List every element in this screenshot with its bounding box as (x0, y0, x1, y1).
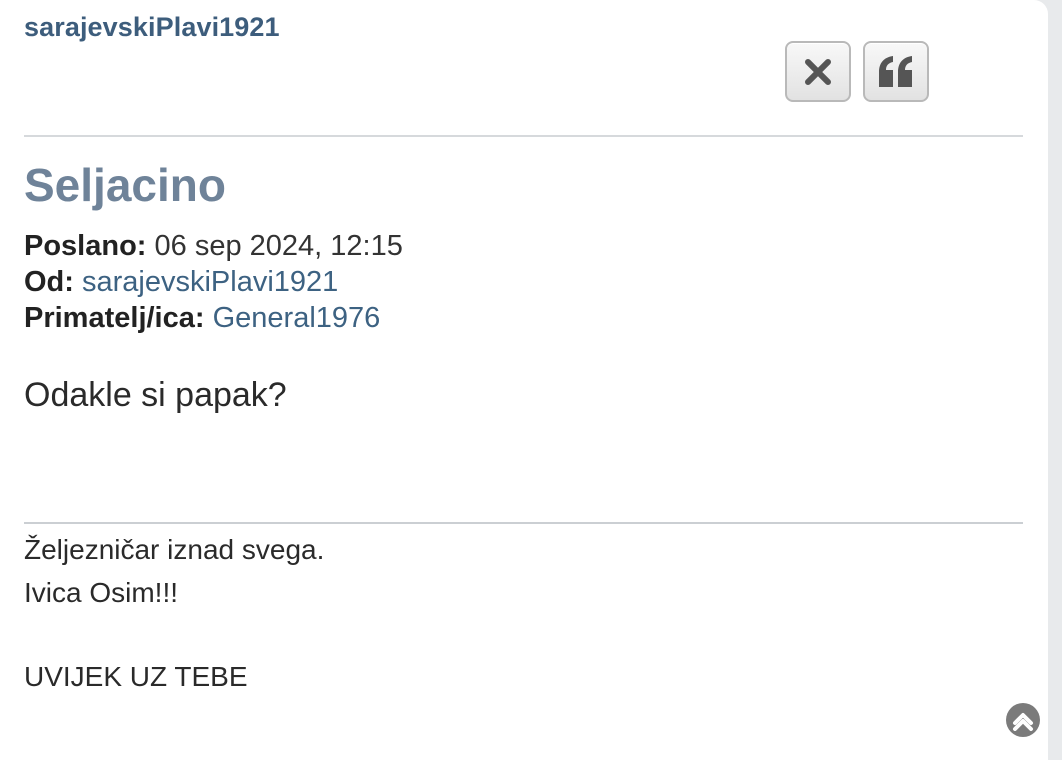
message-panel: sarajevskiPlavi1921 Seljacino Poslano: 0… (0, 0, 1048, 760)
from-label: Od: (24, 266, 74, 298)
message-subject: Seljacino (24, 159, 226, 211)
quote-button[interactable] (863, 41, 929, 102)
signature-line: Željezničar iznad svega. (24, 534, 325, 565)
header-divider (24, 135, 1023, 137)
sent-row: Poslano: 06 sep 2024, 12:15 (24, 230, 403, 263)
recipient-link[interactable]: General1976 (213, 302, 381, 334)
delete-button[interactable] (785, 41, 851, 102)
author-link[interactable]: sarajevskiPlavi1921 (24, 12, 280, 43)
sent-label: Poslano: (24, 230, 147, 262)
back-to-top-button[interactable] (1006, 703, 1040, 737)
recipient-row: Primatelj/ica: General1976 (24, 302, 380, 335)
message-body: Odakle si papak? (24, 376, 287, 414)
signature-line: Ivica Osim!!! (24, 577, 179, 608)
recipient-label: Primatelj/ica: (24, 302, 205, 334)
signature-line: UVIJEK UZ TEBE (24, 661, 248, 692)
sent-value: 06 sep 2024, 12:15 (154, 230, 403, 262)
from-link[interactable]: sarajevskiPlavi1921 (82, 266, 338, 298)
close-icon (805, 58, 831, 85)
chevron-up-icon (1013, 713, 1033, 731)
quote-icon (879, 55, 912, 87)
from-row: Od: sarajevskiPlavi1921 (24, 266, 338, 299)
signature-divider (24, 522, 1023, 524)
